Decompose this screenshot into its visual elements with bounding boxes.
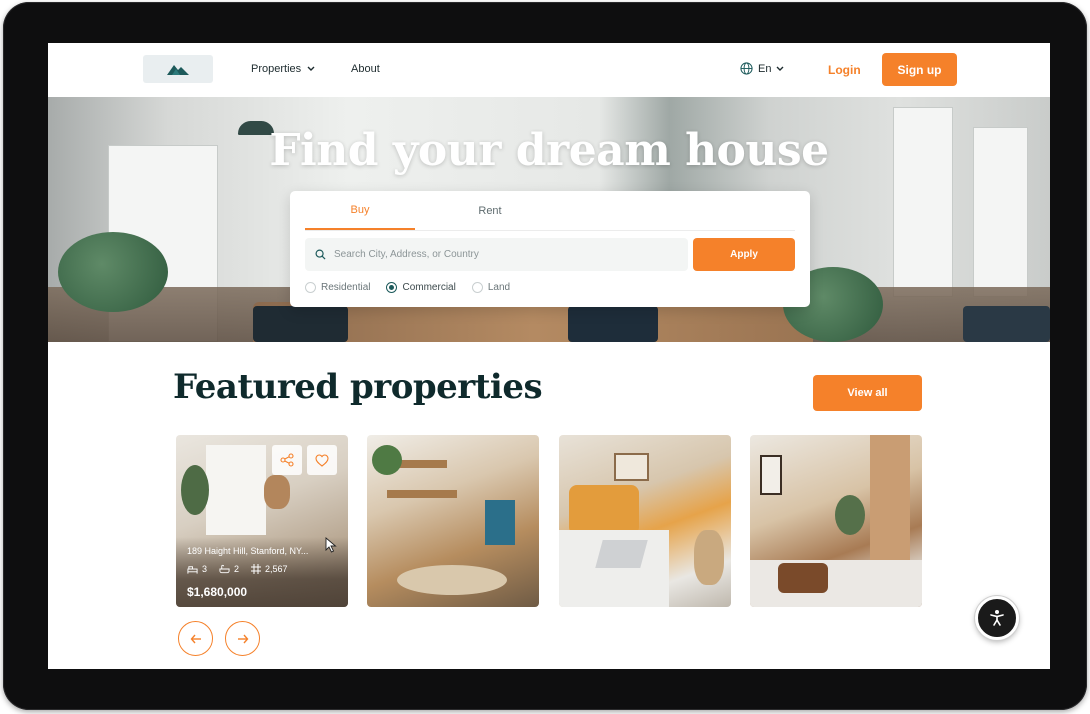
apply-button[interactable]: Apply: [693, 238, 795, 271]
property-card[interactable]: [367, 435, 539, 607]
favorite-button[interactable]: [307, 445, 337, 475]
language-label: En: [758, 62, 772, 75]
heart-icon: [315, 453, 329, 467]
card-frame: [614, 453, 649, 481]
card-pillow: [778, 563, 828, 593]
baths-stat: 2: [219, 564, 239, 574]
card-plant: [835, 495, 865, 535]
card-lamp: [264, 475, 290, 509]
card-address: 189 Haight Hill, Stanford, NY...: [187, 546, 309, 556]
bath-icon: [219, 564, 230, 574]
card-vase: [694, 530, 724, 585]
baths-count: 2: [234, 564, 240, 574]
card-plant: [372, 445, 402, 475]
hero-cushion: [963, 306, 1050, 342]
mountain-logo-icon: [167, 65, 189, 75]
hero-plant-left: [58, 232, 168, 312]
beds-stat: 3: [187, 564, 207, 574]
hero-cushion: [253, 306, 348, 342]
card-pillow: [569, 485, 639, 535]
hero-cushion: [568, 306, 658, 342]
share-button[interactable]: [272, 445, 302, 475]
radio-circle-checked: [386, 282, 398, 293]
arrow-left-icon: [190, 634, 201, 643]
chevron-down-icon: [776, 66, 784, 71]
bed-icon: [187, 565, 198, 574]
card-plant: [181, 465, 209, 515]
radio-label: Residential: [321, 282, 371, 293]
nav-properties[interactable]: Properties: [251, 63, 315, 75]
card-rug: [397, 565, 507, 595]
login-link[interactable]: Login: [828, 63, 861, 77]
radio-label: Commercial: [402, 282, 456, 293]
tablet-frame: Properties About En Login Sign up Find y…: [3, 2, 1087, 710]
property-card[interactable]: 189 Haight Hill, Stanford, NY... 3 2 2,5…: [176, 435, 348, 607]
search-icon: [315, 249, 326, 260]
logo[interactable]: [143, 55, 213, 83]
carousel-next-button[interactable]: [225, 621, 260, 656]
card-laptop: [595, 540, 648, 568]
property-card[interactable]: [559, 435, 731, 607]
hero-title: Find your dream house: [269, 125, 829, 176]
tab-buy[interactable]: Buy: [305, 191, 415, 230]
radio-label: Land: [487, 282, 511, 293]
share-icon: [280, 453, 294, 467]
nav-properties-label: Properties: [251, 63, 302, 75]
beds-count: 3: [202, 564, 208, 574]
accessibility-button[interactable]: [975, 596, 1019, 640]
search-input[interactable]: [334, 249, 664, 260]
arrow-right-icon: [237, 634, 248, 643]
tab-rent[interactable]: Rent: [435, 191, 545, 230]
language-selector[interactable]: En: [740, 62, 784, 75]
radio-residential[interactable]: Residential: [305, 282, 370, 293]
area-icon: [251, 564, 262, 574]
radio-circle: [471, 282, 483, 293]
card-shelf: [387, 490, 457, 498]
mouse-cursor-icon: [325, 537, 337, 553]
screen: Properties About En Login Sign up Find y…: [48, 43, 1050, 669]
carousel-prev-button[interactable]: [178, 621, 213, 656]
radio-land[interactable]: Land: [471, 282, 511, 293]
featured-title: Featured properties: [173, 367, 543, 407]
area-value: 2,567: [265, 564, 288, 574]
accessibility-icon: [990, 610, 1004, 626]
card-cabinet: [485, 500, 515, 545]
nav-about-label: About: [351, 63, 380, 75]
chevron-down-icon: [307, 65, 315, 74]
area-stat: 2,567: [251, 564, 288, 574]
globe-icon: [740, 62, 753, 75]
search-field[interactable]: [305, 238, 688, 271]
property-type-radios: Residential Commercial Land: [305, 282, 510, 293]
card-stats: 3 2 2,567: [187, 564, 288, 574]
card-frame: [760, 455, 782, 495]
tab-divider: [305, 230, 795, 231]
radio-circle: [305, 282, 316, 293]
search-card: Buy Rent Apply Residential Commercial: [290, 191, 810, 307]
view-all-button[interactable]: View all: [813, 375, 922, 411]
radio-commercial[interactable]: Commercial: [386, 282, 456, 293]
card-bed: [750, 560, 922, 607]
site-header: Properties About En Login Sign up: [48, 43, 1050, 97]
signup-button[interactable]: Sign up: [882, 53, 957, 86]
card-window: [206, 445, 266, 535]
card-price: $1,680,000: [187, 585, 248, 599]
nav-about[interactable]: About: [351, 63, 380, 75]
property-card[interactable]: [750, 435, 922, 607]
